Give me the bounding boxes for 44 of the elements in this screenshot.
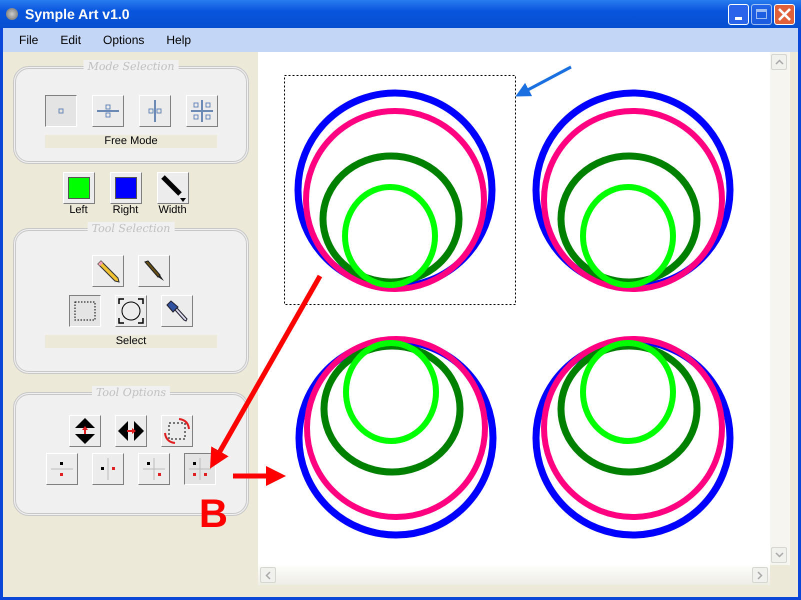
line-width-icon xyxy=(160,174,186,202)
tool-button[interactable] xyxy=(69,295,101,327)
flip-horizontal-icon xyxy=(118,420,144,442)
eyedropper-icon xyxy=(165,299,189,323)
maximize-icon xyxy=(756,9,767,19)
minimize-icon xyxy=(735,16,742,20)
mirror-all-icon xyxy=(189,458,211,480)
annotation-letter: B xyxy=(199,494,228,534)
brush-icon xyxy=(142,259,166,283)
minimize-button[interactable] xyxy=(728,4,749,24)
mirror-corner-icon xyxy=(143,458,165,480)
vertical-split-icon xyxy=(146,100,162,122)
flip-vertical-icon xyxy=(74,418,96,444)
button-caption: Right xyxy=(112,204,138,216)
rectangle-select-icon xyxy=(74,301,96,321)
menu-item[interactable]: File xyxy=(19,33,38,47)
drawing-canvas[interactable] xyxy=(258,52,770,565)
maximize-button[interactable] xyxy=(751,4,772,24)
color-button[interactable] xyxy=(110,172,142,204)
button-caption: Left xyxy=(69,204,88,216)
mode-label: Free Mode xyxy=(45,135,217,148)
chevron-right-icon xyxy=(757,570,763,580)
chevron-down-icon xyxy=(774,552,784,558)
width-button[interactable] xyxy=(156,172,188,204)
tool-label: Select xyxy=(45,335,217,348)
pencil-icon xyxy=(96,259,120,283)
color-button[interactable] xyxy=(62,172,94,204)
button-caption: Width xyxy=(158,204,187,216)
ellipse-select-icon xyxy=(118,298,144,324)
close-button[interactable] xyxy=(774,4,795,24)
horizontal-split-icon xyxy=(96,103,118,119)
arrow xyxy=(515,66,572,97)
chevron-up-icon xyxy=(774,59,784,65)
window-title: Symple Art v1.0 xyxy=(25,6,131,22)
menu-item[interactable]: Edit xyxy=(60,33,82,47)
single-square-icon xyxy=(56,107,64,115)
quad-split-icon xyxy=(190,100,212,122)
mode-button[interactable] xyxy=(44,95,76,127)
menu-item[interactable]: Help xyxy=(166,33,192,47)
app-icon xyxy=(6,8,18,20)
rotate-icon xyxy=(163,417,191,445)
close-icon xyxy=(778,8,791,20)
menu-item[interactable]: Options xyxy=(103,33,144,47)
chevron-left-icon xyxy=(265,570,271,580)
